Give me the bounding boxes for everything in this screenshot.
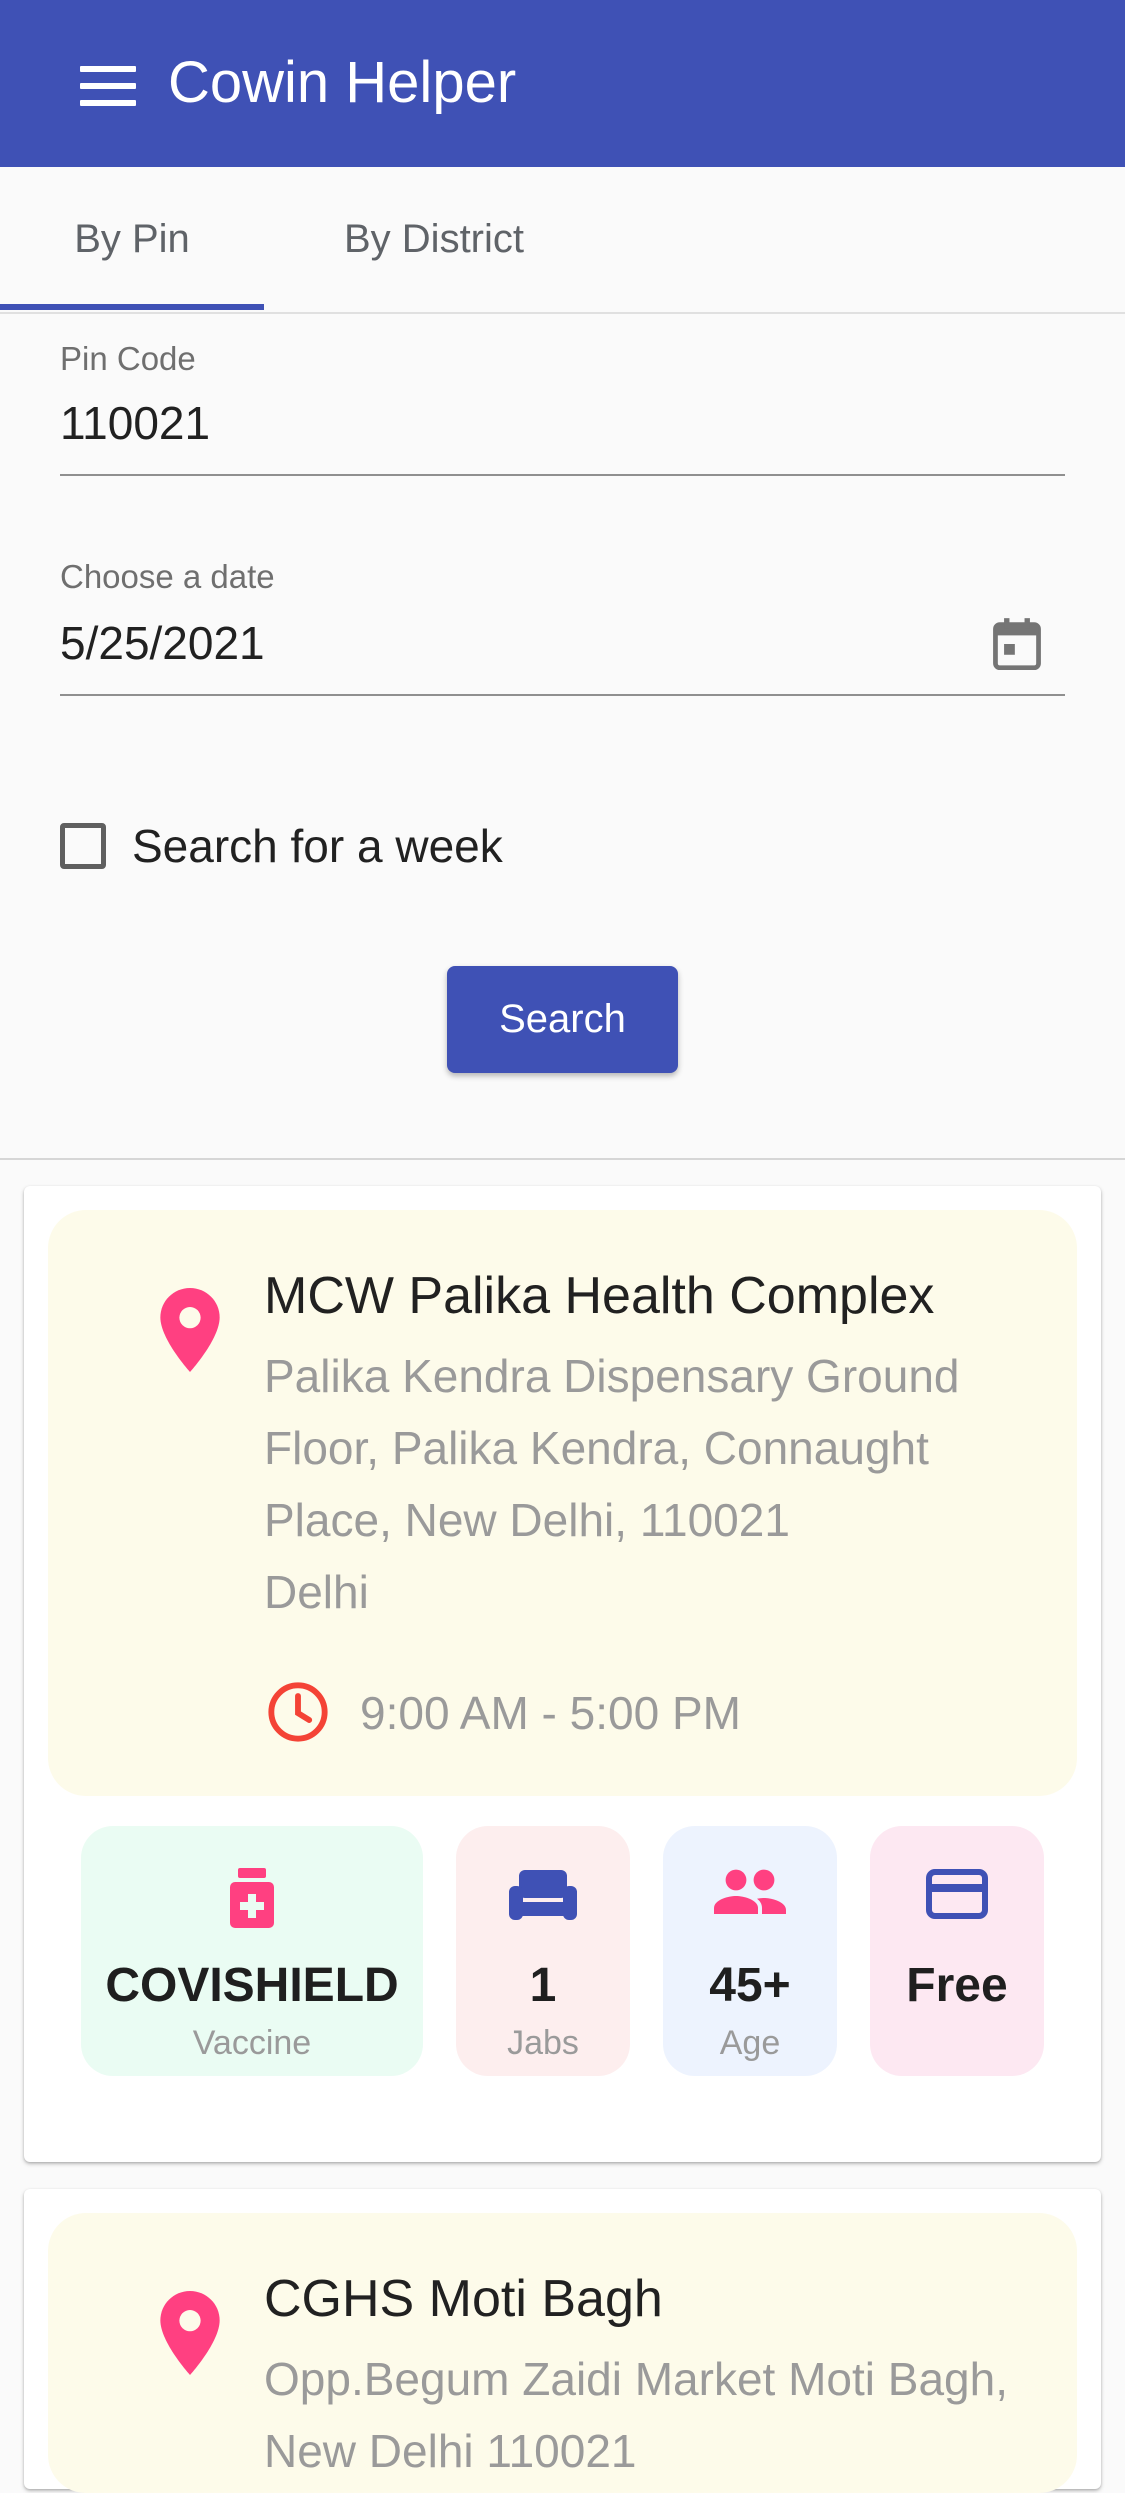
center-card: MCW Palika Health Complex Palika Kendra … bbox=[24, 1186, 1101, 2162]
age-tile: 45+ Age bbox=[663, 1826, 837, 2076]
pin-code-input[interactable]: 110021 bbox=[60, 396, 210, 450]
center-street-address: Palika Kendra Dispensary Ground Floor, P… bbox=[264, 1350, 960, 1546]
center-state: Delhi bbox=[264, 1566, 369, 1618]
jabs-count: 1 bbox=[529, 1959, 557, 2012]
age-limit: 45+ bbox=[709, 1959, 791, 2012]
search-button[interactable]: Search bbox=[447, 966, 678, 1073]
calendar-icon[interactable] bbox=[991, 616, 1043, 672]
tab-by-district[interactable]: By District bbox=[264, 167, 604, 312]
center-name: MCW Palika Health Complex bbox=[264, 1267, 935, 1325]
app-title: Cowin Helper bbox=[168, 50, 517, 115]
center-address: Opp.Begum Zaidi Market Moti Bagh, New De… bbox=[264, 2353, 1008, 2477]
date-input[interactable]: 5/25/2021 bbox=[60, 616, 265, 670]
center-info: MCW Palika Health Complex Palika Kendra … bbox=[48, 1210, 1077, 1796]
search-week-option[interactable]: Search for a week bbox=[60, 818, 503, 874]
center-card: CGHS Moti Bagh Opp.Begum Zaidi Market Mo… bbox=[24, 2189, 1101, 2493]
center-hours: 9:00 AM - 5:00 PM bbox=[360, 1687, 741, 1739]
search-tabs: By Pin By District bbox=[0, 167, 1125, 314]
jabs-tile: 1 Jabs bbox=[456, 1826, 630, 2076]
medication-icon bbox=[230, 1868, 274, 1928]
people-icon bbox=[714, 1869, 786, 1914]
location-pin-icon bbox=[160, 1288, 220, 1372]
tab-by-pin[interactable]: By Pin bbox=[0, 167, 264, 312]
menu-icon[interactable] bbox=[80, 66, 136, 106]
search-week-label: Search for a week bbox=[132, 820, 503, 872]
age-label: Age bbox=[719, 2024, 781, 2062]
pin-code-label: Pin Code bbox=[60, 340, 196, 377]
clock-icon bbox=[268, 1682, 328, 1742]
vaccine-tile: COVISHIELD Vaccine bbox=[81, 1826, 423, 2076]
fee-type: Free bbox=[906, 1959, 1008, 2012]
location-pin-icon bbox=[160, 2291, 220, 2375]
divider bbox=[0, 1158, 1125, 1160]
date-field[interactable]: Choose a date 5/25/2021 bbox=[60, 548, 1065, 696]
vaccine-name: COVISHIELD bbox=[105, 1959, 399, 2012]
search-week-checkbox[interactable] bbox=[60, 823, 106, 869]
jabs-label: Jabs bbox=[507, 2024, 579, 2062]
vaccine-label: Vaccine bbox=[192, 2024, 312, 2062]
center-address: Palika Kendra Dispensary Ground Floor, P… bbox=[264, 1340, 1044, 1628]
date-label: Choose a date bbox=[60, 558, 275, 595]
app-bar: Cowin Helper bbox=[0, 0, 1125, 167]
seat-icon bbox=[509, 1870, 577, 1920]
center-info: CGHS Moti Bagh Opp.Begum Zaidi Market Mo… bbox=[48, 2213, 1077, 2493]
center-name: CGHS Moti Bagh bbox=[264, 2270, 663, 2328]
active-tab-indicator bbox=[0, 304, 264, 310]
pin-code-field[interactable]: Pin Code 110021 bbox=[60, 330, 1065, 476]
fee-tile: Free bbox=[870, 1826, 1044, 2076]
credit-card-icon bbox=[926, 1869, 988, 1919]
